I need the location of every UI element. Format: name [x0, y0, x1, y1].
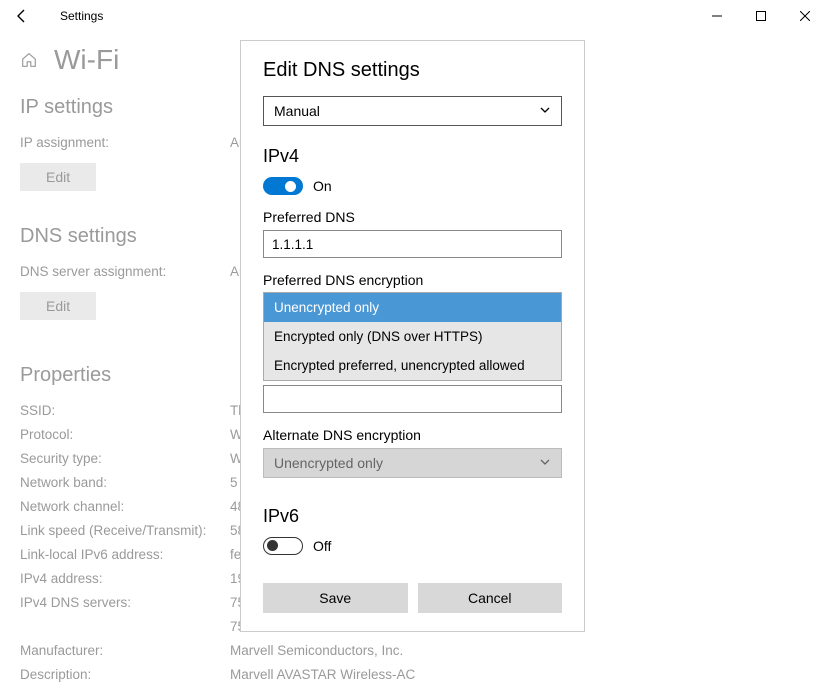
- prop-desc-label: Description:: [20, 663, 230, 687]
- ipv6-toggle-state: Off: [313, 538, 331, 554]
- alternate-dns-input[interactable]: [263, 385, 562, 413]
- dialog-title: Edit DNS settings: [263, 59, 562, 82]
- dns-mode-select[interactable]: Manual: [263, 96, 562, 126]
- minimize-button[interactable]: [695, 0, 739, 32]
- maximize-button[interactable]: [739, 0, 783, 32]
- ip-edit-button[interactable]: Edit: [20, 163, 96, 191]
- window-title: Settings: [60, 9, 103, 23]
- ip-assignment-label: IP assignment:: [20, 131, 230, 155]
- ipv4-toggle-row: On: [263, 177, 562, 195]
- enc-option-encrypted-preferred[interactable]: Encrypted preferred, unencrypted allowed: [264, 351, 561, 380]
- toggle-knob: [285, 181, 296, 192]
- prop-desc-value: Marvell AVASTAR Wireless-AC: [230, 663, 415, 687]
- ipv6-toggle[interactable]: [263, 537, 303, 555]
- dns-mode-value: Manual: [274, 103, 320, 119]
- dns-assignment-label: DNS server assignment:: [20, 260, 230, 284]
- close-button[interactable]: [783, 0, 827, 32]
- prop-ipv4dns-label: IPv4 DNS servers:: [20, 591, 230, 615]
- prop-link-label: Link speed (Receive/Transmit):: [20, 519, 230, 543]
- page-title: Wi-Fi: [54, 44, 119, 76]
- back-button[interactable]: [0, 0, 44, 32]
- preferred-dns-label: Preferred DNS: [263, 209, 562, 225]
- preferred-enc-label: Preferred DNS encryption: [263, 272, 562, 288]
- titlebar: Settings: [0, 0, 827, 32]
- alternate-enc-select[interactable]: Unencrypted only: [263, 448, 562, 478]
- prop-band-label: Network band:: [20, 471, 230, 495]
- alternate-enc-label: Alternate DNS encryption: [263, 427, 562, 443]
- close-icon: [800, 11, 810, 21]
- prop-channel-label: Network channel:: [20, 495, 230, 519]
- prop-ipv6ll-label: Link-local IPv6 address:: [20, 543, 230, 567]
- minimize-icon: [712, 11, 722, 21]
- ipv6-heading: IPv6: [263, 506, 562, 527]
- ipv6-toggle-row: Off: [263, 537, 562, 555]
- prop-manu-label: Manufacturer:: [20, 639, 230, 663]
- ipv4-heading: IPv4: [263, 146, 562, 167]
- dns-edit-button[interactable]: Edit: [20, 292, 96, 320]
- enc-option-unencrypted[interactable]: Unencrypted only: [264, 293, 561, 322]
- chevron-down-icon: [539, 103, 551, 119]
- ipv4-toggle[interactable]: [263, 177, 303, 195]
- preferred-enc-dropdown[interactable]: Unencrypted only Encrypted only (DNS ove…: [263, 292, 562, 381]
- prop-manu-value: Marvell Semiconductors, Inc.: [230, 639, 403, 663]
- alternate-enc-value: Unencrypted only: [274, 455, 383, 471]
- save-button[interactable]: Save: [263, 583, 408, 613]
- home-icon: [20, 51, 38, 69]
- window-controls: [695, 0, 827, 32]
- prop-ipv4-label: IPv4 address:: [20, 567, 230, 591]
- chevron-down-icon: [539, 455, 551, 471]
- cancel-button[interactable]: Cancel: [418, 583, 563, 613]
- prop-security-label: Security type:: [20, 447, 230, 471]
- arrow-left-icon: [14, 8, 30, 24]
- dialog-buttons: Save Cancel: [263, 583, 562, 613]
- toggle-knob: [267, 540, 278, 551]
- preferred-dns-input[interactable]: [263, 230, 562, 258]
- maximize-icon: [756, 11, 766, 21]
- enc-option-encrypted-only[interactable]: Encrypted only (DNS over HTTPS): [264, 322, 561, 351]
- prop-protocol-label: Protocol:: [20, 423, 230, 447]
- prop-ssid-label: SSID:: [20, 399, 230, 423]
- edit-dns-dialog: Edit DNS settings Manual IPv4 On Preferr…: [240, 40, 585, 632]
- ipv4-toggle-state: On: [313, 178, 332, 194]
